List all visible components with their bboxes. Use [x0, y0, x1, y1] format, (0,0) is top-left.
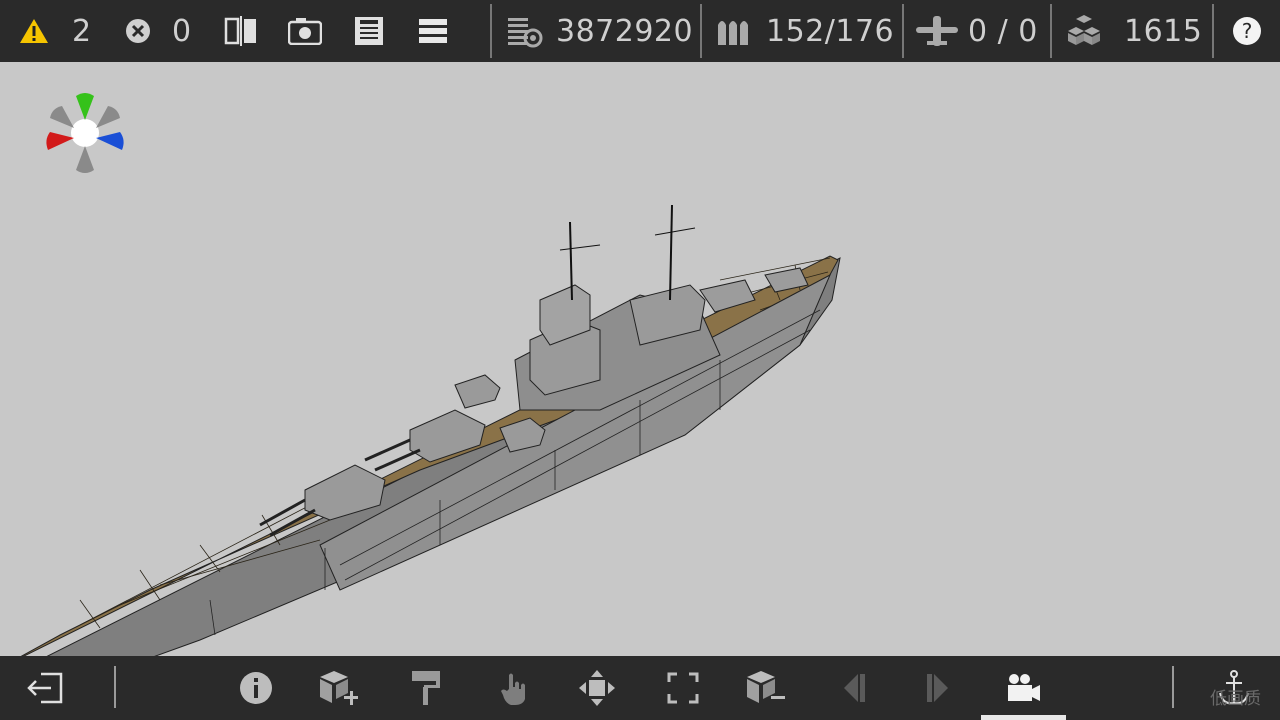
info-icon[interactable]	[224, 656, 288, 720]
warning-icon[interactable]	[18, 0, 50, 62]
menu-icon[interactable]	[418, 0, 448, 62]
prev-icon[interactable]	[822, 656, 886, 720]
battleship-model	[0, 204, 841, 706]
top-toolbar: 2 0 3872920 152/176 0 / 0 1615 ?	[0, 0, 1280, 62]
add-block-icon[interactable]	[308, 656, 372, 720]
orientation-gizmo[interactable]	[40, 88, 130, 178]
aircraft-icon	[914, 0, 960, 62]
select-hand-icon[interactable]	[482, 656, 546, 720]
move-icon[interactable]	[565, 656, 629, 720]
blocks-icon	[1064, 0, 1104, 62]
ammo-value: 152/176	[766, 13, 895, 49]
turret-c	[454, 374, 501, 409]
next-icon[interactable]	[906, 656, 970, 720]
active-tab-indicator	[981, 715, 1066, 720]
deck	[0, 255, 839, 669]
error-count: 0	[172, 13, 192, 49]
exit-icon[interactable]	[14, 656, 78, 720]
warning-count: 2	[72, 13, 92, 49]
blocks-value: 1615	[1124, 13, 1203, 49]
help-icon[interactable]: ?	[1232, 0, 1262, 62]
camera-icon[interactable]	[288, 0, 322, 62]
rotate-frame-icon[interactable]	[651, 656, 715, 720]
svg-text:?: ?	[1242, 19, 1253, 43]
camera-mode-icon[interactable]	[992, 656, 1056, 720]
cost-icon	[506, 0, 544, 62]
bottom-toolbar	[0, 656, 1280, 720]
remove-block-icon[interactable]	[735, 656, 799, 720]
aircraft-value: 0 / 0	[968, 13, 1038, 49]
error-icon[interactable]	[124, 0, 152, 62]
cost-value: 3872920	[556, 13, 694, 49]
ammo-icon	[716, 0, 752, 62]
quality-label: 低画质	[1210, 689, 1261, 709]
mirror-icon[interactable]	[224, 0, 258, 62]
paint-roller-icon[interactable]	[394, 656, 458, 720]
3d-viewport[interactable]	[0, 62, 1280, 706]
save-icon[interactable]	[354, 0, 384, 62]
